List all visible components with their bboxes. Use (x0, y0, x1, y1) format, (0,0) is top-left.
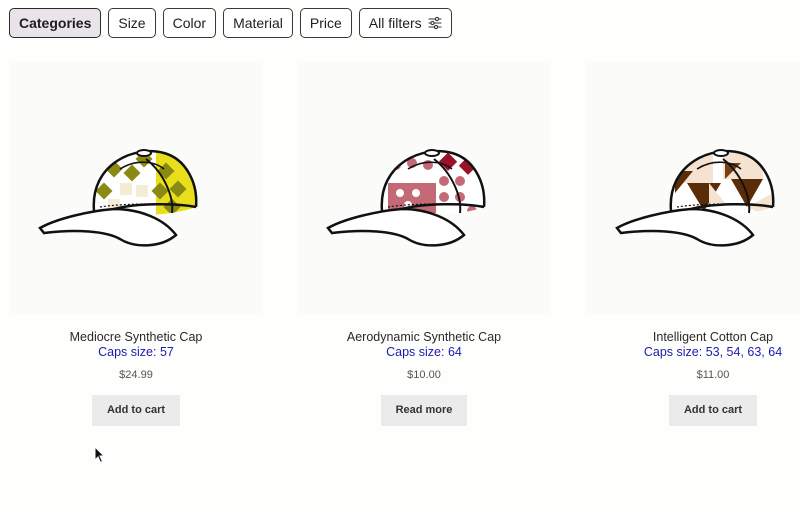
product-price: $10.00 (407, 369, 441, 381)
cap-image-icon (615, 149, 775, 247)
filter-label: Material (233, 15, 283, 31)
filter-price-button[interactable]: Price (299, 8, 352, 38)
add-to-cart-button[interactable]: Add to cart (668, 395, 758, 426)
product-image[interactable] (298, 62, 550, 314)
product-title[interactable]: Intelligent Cotton Cap (587, 329, 800, 345)
caps-size-attribute: Caps size: 57 (98, 345, 174, 359)
mouse-cursor-icon (94, 445, 106, 469)
product-card: Intelligent Cotton Cap Caps size: 53, 54… (587, 62, 800, 426)
product-title[interactable]: Aerodynamic Synthetic Cap (298, 329, 550, 345)
filter-label: Categories (19, 15, 92, 31)
filter-material-button[interactable]: Material (223, 8, 293, 38)
filter-color-button[interactable]: Color (162, 8, 217, 38)
filter-label: Color (172, 15, 207, 31)
caps-size-attribute: Caps size: 53, 54, 63, 64 (643, 345, 783, 359)
product-image[interactable] (10, 62, 262, 314)
product-card: Mediocre Synthetic Cap Caps size: 57 $24… (10, 62, 262, 426)
all-filters-button[interactable]: All filters (358, 8, 452, 38)
product-title[interactable]: Mediocre Synthetic Cap (10, 329, 262, 345)
filter-label: Size (118, 15, 146, 31)
caps-size-attribute: Caps size: 64 (386, 345, 462, 359)
read-more-button[interactable]: Read more (380, 395, 468, 426)
filter-label: All filters (368, 15, 422, 31)
add-to-cart-button[interactable]: Add to cart (91, 395, 181, 426)
product-image[interactable] (587, 62, 800, 314)
product-price: $11.00 (696, 369, 730, 381)
shop-page: Categories Size Color Material Price All… (0, 0, 800, 511)
cap-image-icon (326, 149, 486, 247)
filter-size-button[interactable]: Size (108, 8, 156, 38)
product-price: $24.99 (119, 369, 153, 381)
sliders-icon (428, 16, 442, 30)
cap-image-icon (38, 149, 198, 247)
filter-bar: Categories Size Color Material Price All… (9, 8, 452, 38)
filter-categories-button[interactable]: Categories (9, 8, 102, 38)
filter-label: Price (309, 15, 342, 31)
product-card: Aerodynamic Synthetic Cap Caps size: 64 … (298, 62, 550, 426)
